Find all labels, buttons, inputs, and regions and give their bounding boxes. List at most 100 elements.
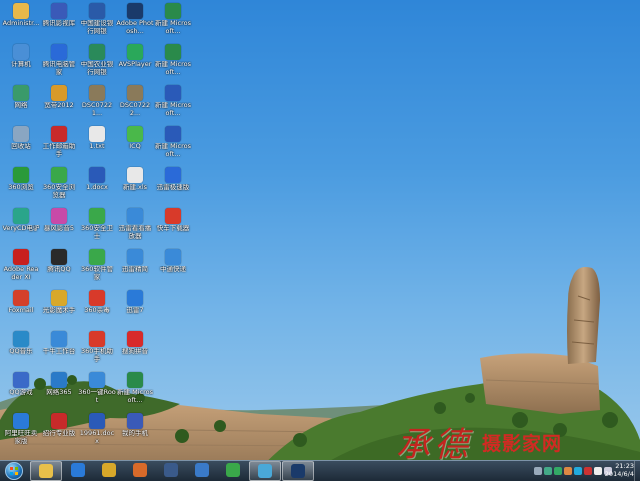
desktop-icon[interactable]: 新建 Microsoft... bbox=[154, 126, 192, 166]
desktop-icon-label: 工作邮箱助手 bbox=[42, 143, 76, 158]
desktop-icon[interactable]: 新建 Microsoft... bbox=[116, 372, 154, 412]
desktop-icon[interactable]: DSC07221... bbox=[78, 85, 116, 125]
window-taskbar-button[interactable] bbox=[187, 461, 217, 479]
desktop-icon[interactable]: Adobe Photosh... bbox=[116, 3, 154, 43]
browser-icon bbox=[13, 167, 29, 183]
desktop-icon[interactable]: VeryCD电驴 bbox=[2, 208, 40, 248]
desktop-icon[interactable]: 新建.xls bbox=[116, 167, 154, 207]
tray-qq-icon[interactable] bbox=[574, 467, 582, 475]
desktop-icon[interactable]: QQ游戏 bbox=[2, 372, 40, 412]
desktop-icon[interactable]: ICQ bbox=[116, 126, 154, 166]
desktop-icon[interactable]: 阿里旺旺卖家版 bbox=[2, 413, 40, 453]
desktop-icon[interactable]: 网络365 bbox=[40, 372, 78, 412]
desktop-icon[interactable]: 新建 Microsoft... bbox=[154, 44, 192, 84]
desktop-icon-label: AVSPlayer bbox=[118, 61, 152, 68]
desktop-icon-label: 快车下载器 bbox=[156, 225, 190, 232]
word-file-icon bbox=[89, 167, 105, 183]
download-icon bbox=[165, 167, 181, 183]
shield-icon bbox=[89, 290, 105, 306]
bank-icon bbox=[89, 3, 105, 19]
photoshop-taskbar-button[interactable] bbox=[282, 461, 314, 481]
desktop-icon[interactable]: 计算机 bbox=[2, 44, 40, 84]
image-file-icon bbox=[127, 85, 143, 101]
desktop-icon[interactable]: 宽带2012 bbox=[40, 85, 78, 125]
viewer-taskbar-button[interactable] bbox=[249, 461, 281, 481]
desktop-icon[interactable]: 快车下载器 bbox=[154, 208, 192, 248]
excel-file-icon bbox=[165, 44, 181, 60]
desktop-icon[interactable]: 新建 Microsoft... bbox=[154, 3, 192, 43]
desktop-icon[interactable]: DSC07222... bbox=[116, 85, 154, 125]
desktop-icon[interactable]: 暴风影音5 bbox=[40, 208, 78, 248]
desktop-icon-label: 暴风影音5 bbox=[43, 225, 75, 232]
desktop-icon-label: Adobe Reader XI bbox=[3, 266, 39, 281]
desktop-icon[interactable]: 360手机助手 bbox=[78, 331, 116, 371]
app-taskbar-button[interactable] bbox=[125, 461, 155, 479]
desktop-icon[interactable]: 360安全浏览器 bbox=[40, 167, 78, 207]
tray-security-icon[interactable] bbox=[554, 467, 562, 475]
desktop-icon[interactable]: 腾讯影视库 bbox=[40, 3, 78, 43]
media-taskbar-button[interactable] bbox=[156, 461, 186, 479]
browser-taskbar-button[interactable] bbox=[94, 461, 124, 479]
desktop-icon[interactable]: 光影魔术手 bbox=[40, 290, 78, 330]
desktop-icon[interactable]: 腾讯QQ bbox=[40, 249, 78, 289]
desktop-icon[interactable]: 招行专业版 bbox=[40, 413, 78, 453]
tray-app2-icon[interactable] bbox=[584, 467, 592, 475]
desktop-icon[interactable]: 搜狗拼音 bbox=[116, 331, 154, 371]
desktop-icon-label: 360一键Root bbox=[78, 389, 116, 404]
360-taskbar-button[interactable] bbox=[218, 461, 248, 479]
desktop-icon[interactable]: 1.docx bbox=[78, 167, 116, 207]
desktop-icon[interactable]: 我的手机 bbox=[116, 413, 154, 453]
tray-arrow-icon[interactable] bbox=[534, 467, 542, 475]
desktop-icon-label: Administr... bbox=[2, 20, 40, 27]
desktop-icon[interactable]: 中国农业银行网银 bbox=[78, 44, 116, 84]
clock[interactable]: 21:23 2014/6/4 bbox=[594, 462, 634, 478]
desktop-icon-label: 腾讯QQ bbox=[47, 266, 71, 273]
desktop-icon-label: 我的手机 bbox=[122, 430, 148, 437]
phone-icon bbox=[127, 413, 143, 429]
desktop-icon[interactable]: 工作邮箱助手 bbox=[40, 126, 78, 166]
desktop-icon[interactable]: AVSPlayer bbox=[116, 44, 154, 84]
desktop-icon[interactable]: QQ音乐 bbox=[2, 331, 40, 371]
app-icon bbox=[13, 208, 29, 224]
desktop-icon[interactable]: 1.txt bbox=[78, 126, 116, 166]
desktop-icon[interactable]: 360软件管家 bbox=[78, 249, 116, 289]
desktop-icon-label: 新建.xls bbox=[122, 184, 148, 191]
desktop-icon[interactable]: 迅雷看看播放器 bbox=[116, 208, 154, 248]
desktop-icon-grid: Administr... 计算机 网络 回收站 360浏览 VeryCD电驴 Adobe R… bbox=[0, 0, 200, 460]
desktop-icon[interactable]: Foxmail bbox=[2, 290, 40, 330]
desktop-icon-label: 光影魔术手 bbox=[42, 307, 76, 314]
tray-app-icon[interactable] bbox=[564, 467, 572, 475]
desktop-icon[interactable]: Adobe Reader XI bbox=[2, 249, 40, 289]
desktop-icon[interactable]: 中国建设银行网银 bbox=[78, 3, 116, 43]
desktop-icon[interactable]: 迅雷7 bbox=[116, 290, 154, 330]
explorer-taskbar-button[interactable] bbox=[30, 461, 62, 481]
desktop-icon-label: VeryCD电驴 bbox=[2, 225, 40, 232]
desktop-icon[interactable]: 360一键Root bbox=[78, 372, 116, 412]
desktop-icon[interactable]: 千牛工作台 bbox=[40, 331, 78, 371]
show-desktop-button[interactable] bbox=[634, 461, 640, 481]
desktop-icon[interactable]: 迅雷精简 bbox=[116, 249, 154, 289]
desktop-icon[interactable]: 回收站 bbox=[2, 126, 40, 166]
mail-icon bbox=[51, 126, 67, 142]
desktop-icon-label: 360软件管家 bbox=[81, 266, 113, 281]
desktop-icon[interactable]: 360浏览 bbox=[2, 167, 40, 207]
desktop-icon[interactable]: 360安全卫士 bbox=[78, 208, 116, 248]
app-icon bbox=[89, 249, 105, 265]
desktop-icon[interactable]: 19961.docx bbox=[78, 413, 116, 453]
desktop-icon[interactable]: Administr... bbox=[2, 3, 40, 43]
desktop-icon[interactable]: 迅雷极速版 bbox=[154, 167, 192, 207]
start-button[interactable] bbox=[2, 462, 26, 480]
desktop-icon-label: 新建 Microsoft... bbox=[155, 61, 191, 76]
download-icon bbox=[127, 290, 143, 306]
desktop-icon[interactable]: 网络 bbox=[2, 85, 40, 125]
desktop-icon-label: 迅雷精简 bbox=[122, 266, 148, 273]
desktop-icon[interactable]: 新建 Microsoft... bbox=[154, 85, 192, 125]
desktop-icon[interactable]: 腾讯电脑管家 bbox=[40, 44, 78, 84]
ie-taskbar-button[interactable] bbox=[63, 461, 93, 479]
desktop-icon[interactable]: 360杀毒 bbox=[78, 290, 116, 330]
desktop-icon[interactable]: 中通快递 bbox=[154, 249, 192, 289]
desktop-icon-label: Foxmail bbox=[8, 307, 34, 314]
desktop-icon-label: 新建 Microsoft... bbox=[155, 20, 191, 35]
tray-network-icon[interactable] bbox=[544, 467, 552, 475]
app-icon bbox=[89, 372, 105, 388]
